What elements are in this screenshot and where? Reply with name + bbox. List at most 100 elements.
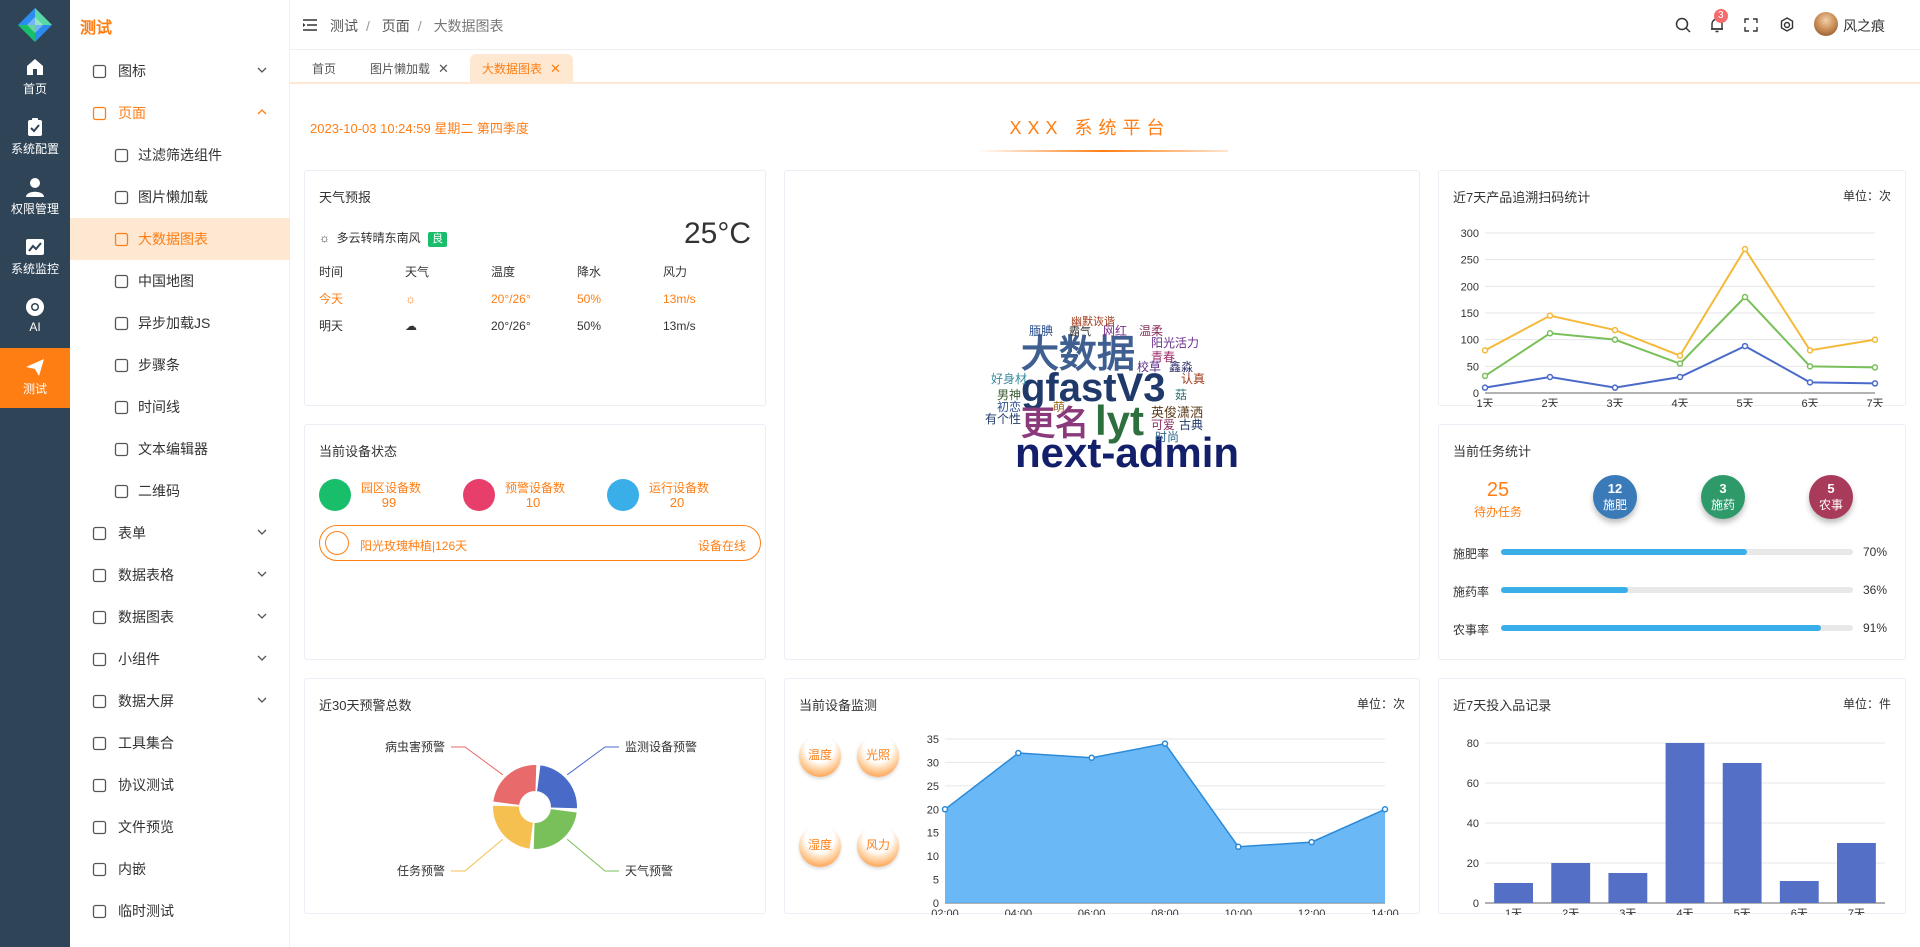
data-point[interactable] (1088, 754, 1095, 761)
menu-item[interactable]: 过滤筛选组件 (70, 134, 290, 176)
tab-home[interactable]: 首页 (300, 54, 348, 84)
menu-item[interactable]: 表单 (70, 512, 290, 554)
data-point[interactable] (1611, 336, 1619, 343)
menu-icon[interactable] (302, 17, 318, 33)
word-cloud-word[interactable]: 菇 (1175, 388, 1187, 402)
task-ball-pesticide[interactable]: 3 施药 (1701, 475, 1745, 519)
data-point[interactable] (1481, 347, 1489, 354)
word-cloud-word[interactable]: 好身材 (991, 371, 1027, 386)
word-cloud-word[interactable]: 古典 (1179, 417, 1203, 432)
word-cloud-word[interactable]: 网红 (1103, 323, 1127, 338)
data-point[interactable] (1806, 363, 1814, 370)
rail-item-system-config[interactable]: 系统配置 (0, 108, 70, 168)
word-cloud-word[interactable]: lyt (1095, 397, 1144, 444)
bar[interactable] (1779, 881, 1819, 903)
data-point[interactable] (1161, 740, 1169, 747)
menu-item[interactable]: 协议测试 (70, 764, 290, 806)
menu-item[interactable]: 临时测试 (70, 890, 290, 932)
task-ball-fertilize[interactable]: 12 施肥 (1593, 475, 1637, 519)
menu-item[interactable]: 内嵌 (70, 848, 290, 890)
data-point[interactable] (1381, 806, 1389, 813)
menu-item[interactable]: 二维码 (70, 470, 290, 512)
pie-slice[interactable] (533, 809, 577, 849)
menu-item[interactable]: 文本编辑器 (70, 428, 290, 470)
data-point[interactable] (1611, 326, 1619, 334)
menu-item[interactable]: 小组件 (70, 638, 290, 680)
word-cloud-word[interactable]: 腼腆 (1029, 324, 1053, 338)
rail-item-test[interactable]: 测试 (0, 348, 70, 408)
rail-item-home[interactable]: 首页 (0, 48, 70, 108)
menu-item[interactable]: 中国地图 (70, 260, 290, 302)
pie-slice[interactable] (493, 765, 537, 805)
bar[interactable] (1722, 763, 1762, 903)
data-point[interactable] (1741, 342, 1749, 350)
data-point[interactable] (1546, 312, 1554, 319)
data-point[interactable] (1806, 347, 1814, 354)
menu-item-label: 工具集合 (118, 735, 174, 751)
breadcrumb-item[interactable]: 测试 (330, 18, 358, 34)
menu-item[interactable]: 数据大屏 (70, 680, 290, 722)
close-icon[interactable]: ✕ (550, 61, 561, 76)
data-point[interactable] (1611, 384, 1619, 391)
menu-item[interactable]: 数据表格 (70, 554, 290, 596)
task-ball-farming[interactable]: 5 农事 (1809, 475, 1853, 519)
menu-item[interactable]: 图标 (70, 50, 290, 92)
search-icon[interactable] (1674, 16, 1692, 34)
word-cloud-word[interactable]: 大数据 (1021, 334, 1135, 376)
fullscreen-icon[interactable] (1742, 16, 1760, 34)
menu-item[interactable]: 大数据图表 (70, 218, 290, 260)
data-point[interactable] (1676, 360, 1684, 367)
word-cloud-word[interactable]: 认真 (1181, 372, 1205, 386)
menu-item-label: 内嵌 (118, 861, 146, 877)
bar[interactable] (1494, 883, 1533, 903)
bar[interactable] (1837, 843, 1876, 903)
menu-item[interactable]: 图片懒加载 (70, 176, 290, 218)
word-cloud-word[interactable]: 阳光活力 (1151, 336, 1199, 350)
data-point[interactable] (1806, 379, 1814, 386)
word-cloud-word[interactable]: 萌 (1053, 400, 1065, 414)
menu-item[interactable]: 时间线 (70, 386, 290, 428)
data-point[interactable] (1676, 352, 1684, 359)
data-point[interactable] (941, 806, 949, 813)
data-point[interactable] (1871, 364, 1879, 371)
close-icon[interactable]: ✕ (438, 61, 449, 76)
breadcrumb-item[interactable]: 页面 (382, 18, 410, 34)
tab-big-data-chart[interactable]: 大数据图表 ✕ (470, 54, 573, 84)
data-point[interactable] (1481, 384, 1489, 391)
progress-label: 施药率 (1453, 585, 1490, 599)
data-point[interactable] (1546, 373, 1554, 381)
data-point[interactable] (1871, 380, 1879, 387)
word-cloud-word[interactable]: 校草 (1137, 359, 1161, 374)
user-name[interactable]: 风之痕 (1843, 16, 1885, 36)
data-point[interactable] (1741, 245, 1749, 253)
rail-item-monitor[interactable]: 系统监控 (0, 228, 70, 288)
rail-item-ai[interactable]: AI (0, 288, 70, 348)
bar[interactable] (1665, 743, 1705, 903)
data-point[interactable] (1308, 838, 1315, 846)
rail-item-permission[interactable]: 权限管理 (0, 168, 70, 228)
menu-item[interactable]: 异步加载JS (70, 302, 290, 344)
data-point[interactable] (1871, 336, 1879, 343)
device-info-bar[interactable]: 阳光玫瑰种植|126天 设备在线 (319, 525, 761, 561)
data-point[interactable] (1676, 373, 1684, 381)
tab-lazy-image[interactable]: 图片懒加载 ✕ (358, 54, 461, 84)
gear-icon[interactable] (1778, 16, 1796, 34)
word-cloud-word[interactable]: 霸气 (1069, 324, 1091, 338)
data-point[interactable] (1546, 330, 1554, 337)
word-cloud-word[interactable]: 时尚 (1155, 430, 1179, 444)
app-logo-icon[interactable] (14, 4, 56, 46)
bar[interactable] (1608, 873, 1648, 903)
avatar[interactable] (1814, 12, 1838, 36)
menu-item[interactable]: 页面 (70, 92, 290, 134)
data-point[interactable] (1235, 843, 1242, 851)
menu-item[interactable]: 数据图表 (70, 596, 290, 638)
menu-item[interactable]: 步骤条 (70, 344, 290, 386)
word-cloud-word[interactable]: 有个性 (985, 412, 1021, 426)
data-point[interactable] (1481, 372, 1489, 380)
data-point[interactable] (1741, 293, 1749, 301)
menu-item[interactable]: 文件预览 (70, 806, 290, 848)
bar[interactable] (1551, 863, 1591, 903)
menu-item[interactable]: 工具集合 (70, 722, 290, 764)
data-point[interactable] (1015, 749, 1022, 757)
weather-card: 天气预报 ☼ 多云转晴东南风 良 25°C 时间 天气 温度 降水 风力 今天 … (304, 170, 766, 406)
